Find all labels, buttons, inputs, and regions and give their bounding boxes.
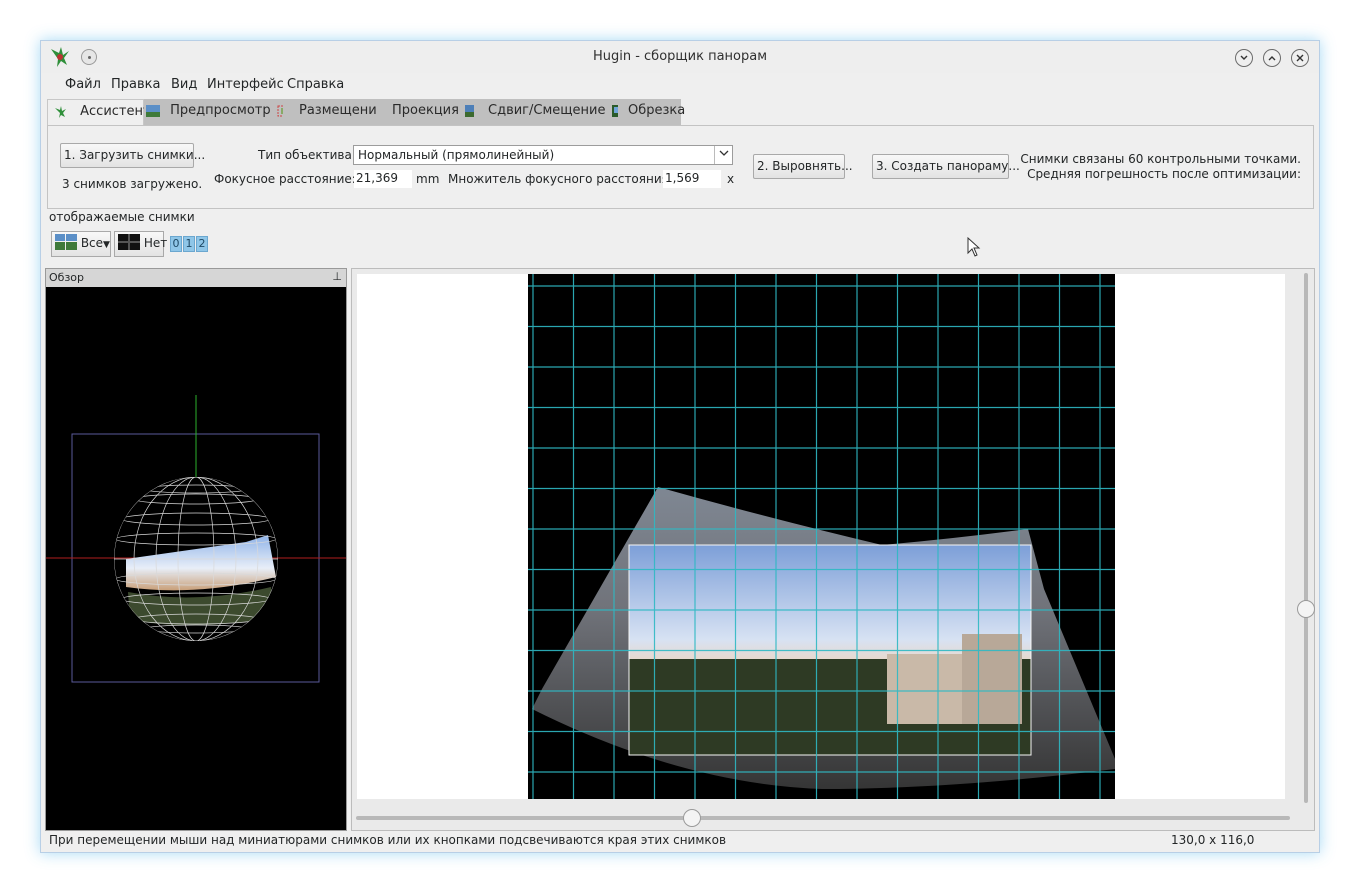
tab-move-drag[interactable]: Сдвиг/Смещение	[474, 99, 626, 125]
mouse-cursor-icon	[967, 237, 981, 257]
tab-preview[interactable]: Предпросмотр	[144, 99, 291, 125]
assistant-panel: 1. Загрузить снимки... 3 снимков загруже…	[47, 125, 1314, 209]
horizontal-fov-slider-handle[interactable]	[683, 809, 701, 827]
assistant-icon	[55, 105, 66, 118]
tab-crop[interactable]: Обрезка	[618, 99, 685, 125]
image-toggle-2[interactable]: 2	[196, 236, 208, 252]
align-button[interactable]: 2. Выровнять...	[753, 154, 853, 179]
crop-factor-label: Множитель фокусного расстояния:	[448, 172, 673, 186]
focal-length-unit: mm	[416, 172, 440, 186]
maximize-button[interactable]	[1263, 49, 1281, 67]
chevron-down-icon	[714, 146, 732, 164]
tab-label: Проекция	[392, 103, 459, 118]
tab-projection[interactable]: Проекция	[376, 99, 480, 125]
overview-panel: Обзор ⊥	[45, 268, 347, 831]
tab-label: Обрезка	[628, 103, 686, 118]
gl-preview-icon	[146, 104, 160, 117]
lens-type-value: Нормальный (прямолинейный)	[358, 148, 555, 162]
status-hint: При перемещении мыши над миниатюрами сни…	[49, 833, 727, 847]
status-size: 130,0 x 116,0	[1171, 833, 1255, 847]
menu-view[interactable]: Вид	[171, 77, 197, 92]
title-bar: Hugin - сборщик панорам	[41, 41, 1319, 73]
close-button[interactable]	[1291, 49, 1309, 67]
vertical-fov-slider-track[interactable]	[1304, 273, 1308, 803]
minimize-button[interactable]	[1235, 49, 1253, 67]
optimization-error-info: Средняя погрешность после оптимизации:	[1027, 167, 1301, 181]
tab-label: Размещение	[299, 103, 385, 118]
control-points-info: Снимки связаны 60 контрольными точками.	[1020, 152, 1301, 166]
menu-interface[interactable]: Интерфейс	[207, 77, 284, 92]
tab-layout[interactable]: Размещение	[283, 99, 385, 125]
tab-label: Предпросмотр	[170, 103, 271, 118]
tab-label: Сдвиг/Смещение	[488, 103, 606, 118]
preview-panel	[351, 268, 1315, 831]
displayed-images-toolbar: Все▼ Нет 0 1 2	[49, 229, 249, 257]
panorama-preview-canvas[interactable]	[352, 269, 1314, 830]
pin-icon[interactable]: ⊥	[332, 270, 342, 283]
status-bar: При перемещении мыши над миниатюрами сни…	[41, 832, 1319, 854]
lens-type-label: Тип объектива:	[258, 148, 356, 162]
create-panorama-button[interactable]: 3. Создать панораму...	[872, 154, 1020, 179]
image-toggle-1[interactable]: 1	[183, 236, 195, 252]
window-title: Hugin - сборщик панорам	[592, 49, 768, 64]
focal-length-input[interactable]: 21,369	[354, 170, 412, 188]
show-all-button[interactable]: Все▼	[51, 231, 111, 257]
no-images-icon	[118, 234, 140, 250]
dropdown-arrow-icon: ▼	[103, 240, 110, 250]
image-toggle-0[interactable]: 0	[170, 236, 182, 252]
hugin-window: Hugin - сборщик панорам Файл Правка Вид …	[40, 40, 1320, 853]
horizontal-fov-slider-track[interactable]	[356, 816, 1290, 820]
chevron-up-icon	[1268, 56, 1276, 61]
vertical-fov-slider-handle[interactable]	[1297, 600, 1315, 618]
overview-header: Обзор ⊥	[46, 269, 346, 287]
all-images-icon	[55, 234, 77, 250]
show-none-button[interactable]: Нет	[114, 231, 168, 257]
menu-help[interactable]: Справка	[287, 77, 344, 92]
crop-factor-unit: x	[727, 172, 735, 186]
overview-title: Обзор	[49, 271, 85, 284]
show-all-label: Все	[80, 236, 104, 250]
load-images-button[interactable]: 1. Загрузить снимки...	[60, 143, 205, 168]
displayed-images-label: отображаемые снимки	[49, 210, 195, 224]
focal-length-label: Фокусное расстояние:	[214, 172, 356, 186]
menu-edit[interactable]: Правка	[111, 77, 160, 92]
tab-assistant[interactable]: Ассистент	[47, 99, 151, 125]
crop-factor-input[interactable]: 1,569	[663, 170, 721, 188]
menu-bar: Файл Правка Вид Интерфейс Справка	[41, 73, 1319, 97]
tab-label: Ассистент	[80, 104, 151, 119]
menu-file[interactable]: Файл	[65, 77, 101, 92]
loaded-status: 3 снимков загружено.	[62, 177, 203, 191]
show-none-label: Нет	[143, 236, 168, 250]
close-icon	[1296, 54, 1304, 62]
lens-type-select[interactable]: Нормальный (прямолинейный)	[353, 145, 733, 165]
chevron-down-icon	[1240, 55, 1248, 60]
overview-sphere-view[interactable]	[46, 287, 346, 830]
